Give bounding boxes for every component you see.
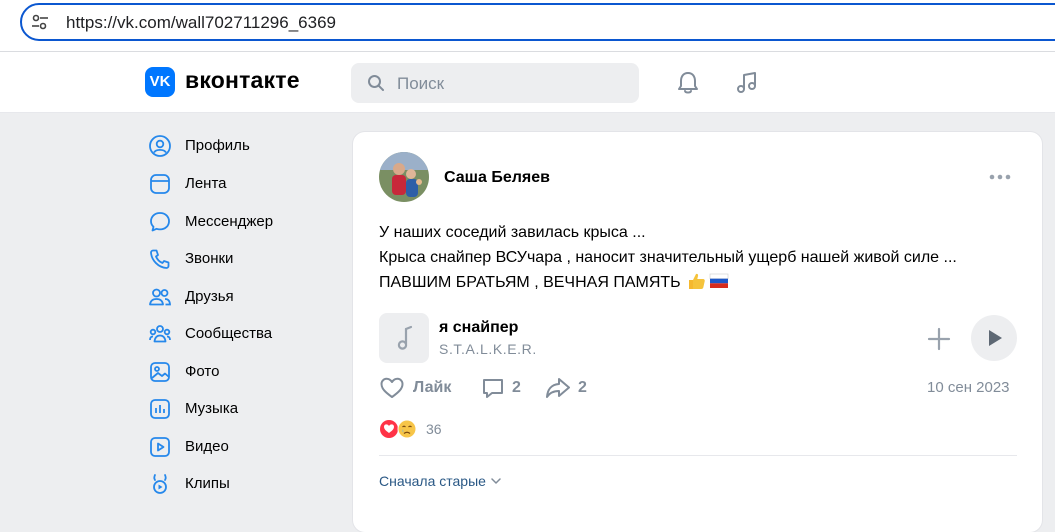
post-text-line-last: ПАВШИМ БРАТЬЯМ , ВЕЧНАЯ ПАМЯТЬ: [379, 270, 957, 295]
sidebar-item-video[interactable]: Видео: [148, 431, 328, 461]
sidebar-item-label: Профиль: [185, 137, 250, 154]
url-text[interactable]: https://vk.com/wall702711296_6369: [66, 13, 336, 33]
sidebar-item-music[interactable]: Музыка: [148, 393, 328, 423]
search-placeholder: Поиск: [397, 74, 445, 93]
friends-icon: [149, 288, 171, 306]
sidebar-item-friends[interactable]: Друзья: [148, 281, 328, 311]
post-date[interactable]: 10 сен 2023: [927, 379, 1010, 396]
russia-flag-icon: [709, 273, 729, 288]
clips-icon: [153, 474, 167, 494]
search-icon: [368, 75, 384, 91]
sidebar-item-label: Звонки: [185, 250, 234, 267]
music-note-icon: [397, 325, 413, 350]
profile-icon: [149, 135, 171, 157]
audio-title[interactable]: я снайпер: [439, 319, 518, 337]
feed-icon: [150, 174, 170, 194]
comment-button[interactable]: 2: [480, 375, 530, 401]
wall-post: Саша Беляев У наших соседий завилась кры…: [353, 132, 1042, 532]
thumbs-up-emoji-icon: [689, 273, 705, 289]
play-button[interactable]: [971, 315, 1017, 361]
sidebar-item-label: Мессенджер: [185, 213, 274, 230]
comments-sort-dropdown[interactable]: Сначала старые: [379, 473, 501, 489]
sidebar-item-label: Фото: [185, 363, 220, 380]
sidebar-item-label: Лента: [185, 175, 227, 192]
photo-icon: [150, 362, 170, 382]
logo-letters: VK: [149, 73, 171, 90]
communities-icon: [149, 325, 171, 343]
sidebar-item-clips[interactable]: Клипы: [148, 468, 328, 498]
audio-cover[interactable]: [379, 313, 429, 363]
share-icon: [546, 378, 570, 398]
shares-count: 2: [578, 379, 587, 396]
like-button[interactable]: Лайк: [379, 375, 459, 401]
site-header: VK вконтакте Поиск: [0, 52, 1055, 113]
music-note-icon[interactable]: [733, 69, 761, 97]
reactions-count: 36: [426, 421, 442, 437]
post-text-line: У наших соседий завилась крыса ...: [379, 224, 646, 241]
share-button[interactable]: 2: [544, 375, 594, 401]
sidebar-item-communities[interactable]: Сообщества: [148, 318, 328, 348]
sidebar-item-messenger[interactable]: Мессенджер: [148, 206, 328, 236]
more-options-icon[interactable]: [989, 172, 1011, 182]
sidebar-item-profile[interactable]: Профиль: [148, 130, 328, 160]
chevron-down-icon: [491, 478, 501, 484]
reaction-icons: [380, 419, 417, 439]
sidebar-item-feed[interactable]: Лента: [148, 168, 328, 198]
sidebar-item-label: Клипы: [185, 475, 230, 492]
comment-icon: [483, 379, 503, 398]
avatar[interactable]: [379, 152, 429, 202]
search-input[interactable]: Поиск: [351, 63, 639, 103]
divider: [379, 455, 1017, 456]
post-text-line: ПАВШИМ БРАТЬЯМ , ВЕЧНАЯ ПАМЯТЬ: [379, 274, 681, 291]
brand-name[interactable]: вконтакте: [185, 67, 300, 94]
browser-toolbar: https://vk.com/wall702711296_6369: [0, 0, 1055, 52]
sidebar-item-label: Музыка: [185, 400, 239, 417]
messenger-icon: [150, 212, 170, 232]
video-icon: [150, 437, 170, 457]
sidebar-item-calls[interactable]: Звонки: [148, 243, 328, 273]
heart-icon: [380, 377, 404, 398]
sidebar-item-photos[interactable]: Фото: [148, 356, 328, 386]
phone-icon: [150, 249, 170, 269]
sidebar-item-label: Сообщества: [185, 325, 273, 342]
music-icon: [150, 399, 170, 419]
post-text-line: Крыса снайпер ВСУчара , наносит значител…: [379, 249, 957, 266]
vk-logo-icon[interactable]: VK: [145, 67, 175, 97]
like-label: Лайк: [413, 379, 452, 396]
sidebar-item-label: Друзья: [185, 288, 234, 305]
comments-count: 2: [512, 379, 521, 396]
avatar-photo: [379, 152, 429, 202]
add-audio-icon[interactable]: [927, 327, 951, 351]
play-icon: [989, 330, 1002, 346]
bell-icon[interactable]: [674, 69, 702, 97]
sidebar-item-label: Видео: [185, 438, 229, 455]
site-settings-icon[interactable]: [30, 12, 50, 32]
post-text: У наших соседий завилась крыса ... Крыса…: [379, 220, 957, 295]
sort-label: Сначала старые: [379, 473, 486, 489]
post-author-name[interactable]: Саша Беляев: [444, 169, 550, 187]
audio-artist[interactable]: S.T.A.L.K.E.R.: [439, 341, 537, 357]
